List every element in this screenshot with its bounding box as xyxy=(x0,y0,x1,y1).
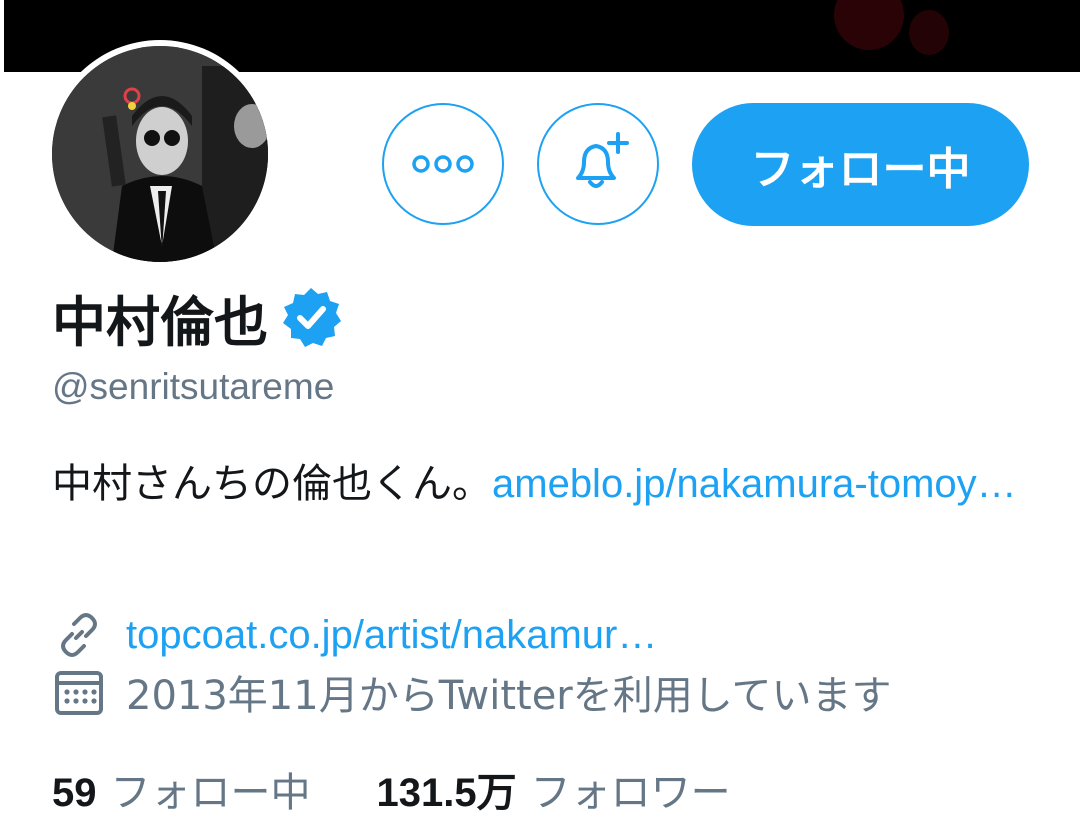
following-stat[interactable]: 59 フォロー中 xyxy=(52,760,311,818)
banner-blot xyxy=(909,10,949,55)
website-link[interactable]: topcoat.co.jp/artist/nakamur… xyxy=(126,613,657,658)
following-button[interactable]: フォロー中 xyxy=(692,103,1029,226)
more-button[interactable] xyxy=(382,103,504,225)
more-icon xyxy=(412,155,474,173)
followers-count: 131.5万 xyxy=(376,771,517,815)
profile-avatar[interactable] xyxy=(46,40,274,268)
profile-stats: 59 フォロー中 131.5万 フォロワー xyxy=(52,760,731,818)
profile-name-row: 中村倫也 xyxy=(52,282,344,354)
followers-label: フォロワー xyxy=(530,770,731,816)
bio-text: 中村さんちの倫也くん。 xyxy=(52,461,492,507)
bio-link[interactable]: ameblo.jp/nakamura-tomoy… xyxy=(492,462,1017,506)
avatar-illustration xyxy=(52,46,268,262)
followers-stat[interactable]: 131.5万 フォロワー xyxy=(377,760,731,818)
joined-date: 2013年11月からTwitterを利用しています xyxy=(126,673,892,719)
following-label: フォロー中 xyxy=(110,770,311,816)
calendar-icon xyxy=(55,671,103,715)
link-icon xyxy=(61,613,97,657)
profile-bio: 中村さんちの倫也くん。ameblo.jp/nakamura-tomoy… xyxy=(52,454,1042,514)
bell-plus-icon xyxy=(576,132,629,188)
notifications-button[interactable] xyxy=(537,103,659,225)
banner-blot xyxy=(834,0,904,50)
profile-joined: 2013年11月からTwitterを利用しています xyxy=(52,663,892,721)
profile-handle: @senritsutareme xyxy=(52,366,335,407)
profile-name: 中村倫也 xyxy=(52,290,268,354)
profile-website[interactable]: topcoat.co.jp/artist/nakamur… xyxy=(52,608,657,662)
avatar-photo xyxy=(52,46,268,262)
following-count: 59 xyxy=(52,771,97,815)
verified-badge-icon xyxy=(283,288,341,347)
